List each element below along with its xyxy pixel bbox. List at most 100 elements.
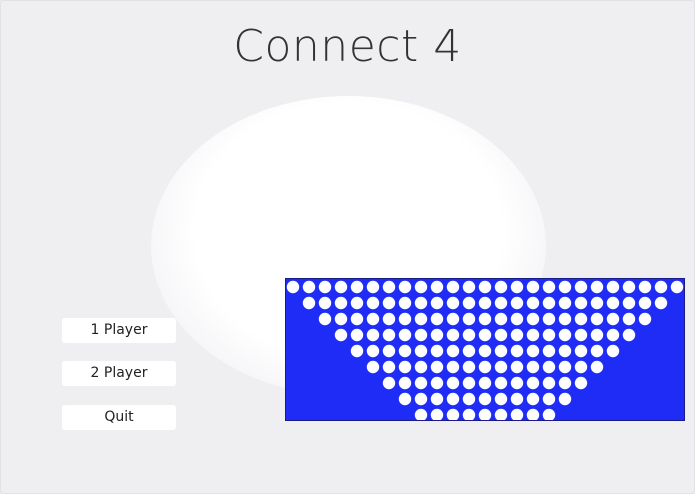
board-hole[interactable] [478, 360, 492, 374]
board-hole[interactable] [542, 312, 556, 326]
board-hole[interactable] [542, 344, 556, 358]
board-hole[interactable] [510, 312, 524, 326]
board-hole[interactable] [302, 296, 316, 310]
board-hole[interactable] [334, 296, 348, 310]
board-hole[interactable] [574, 296, 588, 310]
board-hole[interactable] [414, 360, 428, 374]
board-hole[interactable] [510, 328, 524, 342]
board-hole[interactable] [462, 312, 476, 326]
board-hole[interactable] [558, 376, 572, 390]
board-hole[interactable] [462, 296, 476, 310]
board-hole[interactable] [478, 296, 492, 310]
board-hole[interactable] [478, 376, 492, 390]
board-hole[interactable] [446, 280, 460, 294]
board-hole[interactable] [526, 344, 540, 358]
board-hole[interactable] [510, 408, 524, 420]
board-hole[interactable] [590, 296, 604, 310]
board-hole[interactable] [382, 344, 396, 358]
board-hole[interactable] [638, 280, 652, 294]
board-hole[interactable] [494, 312, 508, 326]
game-board[interactable] [285, 278, 685, 421]
board-hole[interactable] [398, 344, 412, 358]
board-hole[interactable] [526, 360, 540, 374]
board-hole[interactable] [638, 312, 652, 326]
board-hole[interactable] [542, 392, 556, 406]
board-hole[interactable] [526, 392, 540, 406]
board-hole[interactable] [542, 328, 556, 342]
board-hole[interactable] [430, 296, 444, 310]
board-hole[interactable] [430, 328, 444, 342]
board-hole[interactable] [286, 280, 300, 294]
board-hole[interactable] [590, 328, 604, 342]
board-hole[interactable] [414, 312, 428, 326]
board-hole[interactable] [542, 296, 556, 310]
board-hole[interactable] [494, 296, 508, 310]
board-hole[interactable] [414, 328, 428, 342]
board-hole[interactable] [574, 328, 588, 342]
board-hole[interactable] [430, 280, 444, 294]
board-hole[interactable] [382, 312, 396, 326]
board-hole[interactable] [398, 280, 412, 294]
board-hole[interactable] [350, 312, 364, 326]
board-hole[interactable] [398, 376, 412, 390]
board-hole[interactable] [574, 360, 588, 374]
board-hole[interactable] [478, 408, 492, 420]
board-hole[interactable] [350, 344, 364, 358]
board-hole[interactable] [446, 312, 460, 326]
board-hole[interactable] [478, 280, 492, 294]
board-hole[interactable] [462, 328, 476, 342]
board-hole[interactable] [430, 360, 444, 374]
board-hole[interactable] [574, 312, 588, 326]
board-hole[interactable] [382, 280, 396, 294]
board-hole[interactable] [462, 360, 476, 374]
board-hole[interactable] [622, 296, 636, 310]
board-hole[interactable] [446, 376, 460, 390]
board-hole[interactable] [382, 360, 396, 374]
board-hole[interactable] [478, 392, 492, 406]
board-hole[interactable] [462, 392, 476, 406]
board-hole[interactable] [430, 344, 444, 358]
board-hole[interactable] [526, 280, 540, 294]
board-hole[interactable] [446, 296, 460, 310]
board-hole[interactable] [606, 328, 620, 342]
board-hole[interactable] [558, 344, 572, 358]
board-hole[interactable] [542, 408, 556, 420]
board-hole[interactable] [446, 392, 460, 406]
board-hole[interactable] [318, 312, 332, 326]
board-hole[interactable] [414, 376, 428, 390]
board-hole[interactable] [382, 376, 396, 390]
board-hole[interactable] [606, 312, 620, 326]
board-hole[interactable] [334, 312, 348, 326]
board-hole[interactable] [558, 392, 572, 406]
board-hole[interactable] [606, 344, 620, 358]
board-hole[interactable] [366, 296, 380, 310]
board-hole[interactable] [446, 408, 460, 420]
board-hole[interactable] [622, 312, 636, 326]
board-hole[interactable] [398, 392, 412, 406]
board-hole[interactable] [510, 296, 524, 310]
board-hole[interactable] [590, 344, 604, 358]
board-hole[interactable] [414, 408, 428, 420]
board-hole[interactable] [494, 408, 508, 420]
board-hole[interactable] [622, 280, 636, 294]
board-hole[interactable] [398, 312, 412, 326]
quit-button[interactable]: Quit [62, 405, 176, 430]
board-hole[interactable] [318, 280, 332, 294]
board-hole[interactable] [398, 360, 412, 374]
board-hole[interactable] [430, 408, 444, 420]
board-hole[interactable] [510, 376, 524, 390]
board-hole[interactable] [558, 280, 572, 294]
board-hole[interactable] [318, 296, 332, 310]
board-hole[interactable] [654, 296, 668, 310]
board-hole[interactable] [494, 328, 508, 342]
board-hole[interactable] [526, 312, 540, 326]
board-hole[interactable] [542, 280, 556, 294]
board-hole[interactable] [494, 376, 508, 390]
board-hole[interactable] [494, 392, 508, 406]
board-hole[interactable] [302, 280, 316, 294]
board-hole[interactable] [494, 360, 508, 374]
board-hole[interactable] [638, 296, 652, 310]
board-hole[interactable] [526, 296, 540, 310]
board-hole[interactable] [494, 344, 508, 358]
board-hole[interactable] [542, 360, 556, 374]
